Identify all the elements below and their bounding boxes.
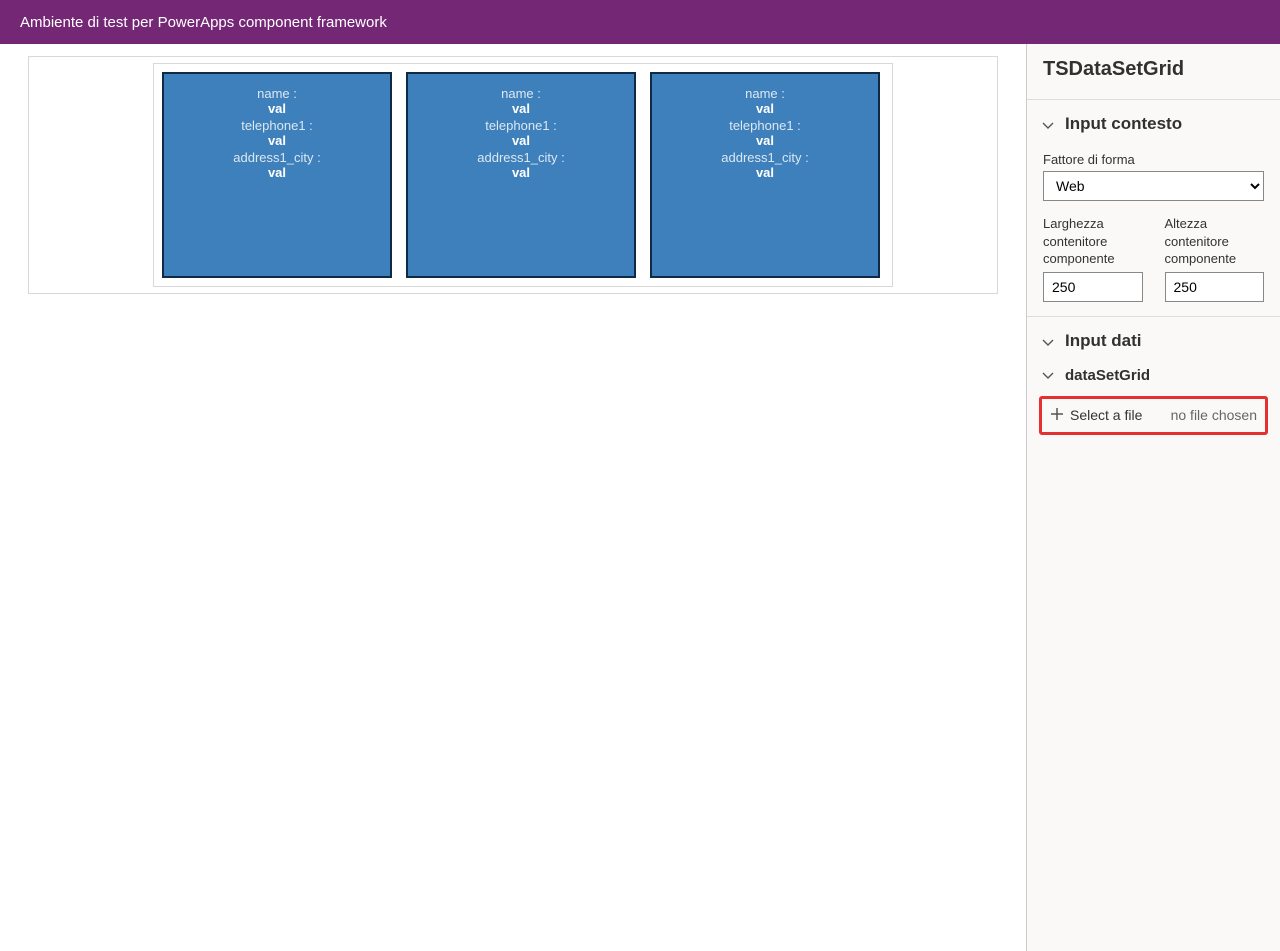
field-value-city: val	[164, 165, 390, 180]
select-file-button[interactable]: Select a file no file chosen	[1039, 396, 1268, 435]
chevron-down-icon	[1041, 368, 1055, 382]
data-card[interactable]: name : val telephone1 : val address1_cit…	[406, 72, 636, 278]
chevron-down-icon	[1041, 334, 1055, 348]
field-value-telephone: val	[408, 133, 634, 148]
field-value-city: val	[408, 165, 634, 180]
dataset-toggle[interactable]: dataSetGrid	[1027, 359, 1280, 390]
dataset-label: dataSetGrid	[1065, 367, 1150, 384]
form-factor-select[interactable]: Web	[1043, 171, 1264, 201]
height-label: Altezza contenitore componente	[1165, 215, 1265, 268]
component-name: TSDataSetGrid	[1027, 44, 1280, 100]
field-value-telephone: val	[652, 133, 878, 148]
sidebar-panel: TSDataSetGrid Input contesto Fattore di …	[1026, 44, 1280, 951]
field-value-name: val	[164, 101, 390, 116]
section-context-body: Fattore di forma Web Larghezza contenito…	[1027, 142, 1280, 316]
form-factor-label: Fattore di forma	[1043, 152, 1264, 167]
width-input[interactable]	[1043, 272, 1143, 302]
height-input[interactable]	[1165, 272, 1265, 302]
width-label: Larghezza contenitore componente	[1043, 215, 1143, 268]
section-data-toggle[interactable]: Input dati	[1027, 317, 1280, 359]
field-label-telephone: telephone1 :	[164, 118, 390, 133]
select-file-label: Select a file	[1070, 407, 1142, 423]
field-label-city: address1_city :	[652, 150, 878, 165]
field-value-telephone: val	[164, 133, 390, 148]
field-label-city: address1_city :	[408, 150, 634, 165]
app-header: Ambiente di test per PowerApps component…	[0, 0, 1280, 44]
field-value-city: val	[652, 165, 878, 180]
chevron-down-icon	[1041, 117, 1055, 131]
main-area: name : val telephone1 : val address1_cit…	[0, 44, 1280, 951]
field-label-city: address1_city :	[164, 150, 390, 165]
field-label-telephone: telephone1 :	[652, 118, 878, 133]
section-label-context: Input contesto	[1065, 114, 1182, 134]
field-value-name: val	[408, 101, 634, 116]
app-title: Ambiente di test per PowerApps component…	[20, 14, 387, 31]
section-label-data: Input dati	[1065, 331, 1141, 351]
section-context-toggle[interactable]: Input contesto	[1027, 100, 1280, 142]
field-label-telephone: telephone1 :	[408, 118, 634, 133]
grid-container: name : val telephone1 : val address1_cit…	[153, 63, 893, 287]
field-label-name: name :	[652, 86, 878, 101]
no-file-label: no file chosen	[1171, 407, 1257, 423]
field-label-name: name :	[408, 86, 634, 101]
canvas: name : val telephone1 : val address1_cit…	[0, 44, 1026, 951]
field-value-name: val	[652, 101, 878, 116]
data-card[interactable]: name : val telephone1 : val address1_cit…	[650, 72, 880, 278]
data-card[interactable]: name : val telephone1 : val address1_cit…	[162, 72, 392, 278]
plus-icon	[1050, 407, 1064, 424]
field-label-name: name :	[164, 86, 390, 101]
component-outer: name : val telephone1 : val address1_cit…	[28, 56, 998, 294]
